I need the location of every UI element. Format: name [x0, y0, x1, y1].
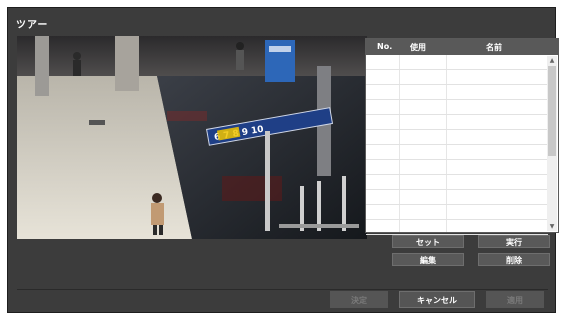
table-row[interactable] — [366, 70, 548, 85]
table-row[interactable] — [366, 85, 548, 100]
column-header-name: 名前 — [486, 43, 502, 52]
table-row[interactable] — [366, 160, 548, 175]
table-row[interactable] — [366, 115, 548, 130]
execute-button[interactable]: 実行 — [478, 235, 550, 248]
table-row[interactable] — [366, 190, 548, 205]
scroll-thumb[interactable] — [548, 66, 556, 156]
table-row[interactable] — [366, 145, 548, 160]
footer-divider — [17, 289, 548, 290]
table-row[interactable] — [366, 55, 548, 70]
apply-button[interactable]: 適用 — [486, 291, 544, 308]
camera-preview[interactable]: 6 7 8 9 10 — [17, 36, 367, 239]
table-scrollbar[interactable]: ▲ ▼ — [547, 56, 557, 231]
table-body — [366, 55, 548, 235]
set-button[interactable]: セット — [392, 235, 464, 248]
column-header-use: 使用 — [410, 43, 426, 52]
cancel-button[interactable]: キャンセル — [399, 291, 475, 308]
preset-table: No. 使用 名前 ▲ ▼ — [365, 38, 559, 235]
table-row[interactable] — [366, 205, 548, 220]
table-row[interactable] — [366, 220, 548, 235]
confirm-button[interactable]: 決定 — [330, 291, 388, 308]
column-header-no: No. — [377, 42, 393, 51]
delete-button[interactable]: 削除 — [478, 253, 550, 266]
table-header: No. 使用 名前 — [366, 39, 558, 55]
dialog-title: ツアー — [16, 20, 49, 31]
scroll-down-icon[interactable]: ▼ — [547, 222, 557, 231]
edit-button[interactable]: 編集 — [392, 253, 464, 266]
tour-dialog: ツアー 6 9 10 No. 使用 名前 ▲ ▼ セット 実行 編集 削除 決定… — [7, 7, 559, 313]
table-row[interactable] — [366, 175, 548, 190]
table-row[interactable] — [366, 100, 548, 115]
scroll-up-icon[interactable]: ▲ — [547, 56, 557, 65]
camera-scene-image: 6 7 8 9 10 — [17, 36, 367, 239]
table-row[interactable] — [366, 130, 548, 145]
